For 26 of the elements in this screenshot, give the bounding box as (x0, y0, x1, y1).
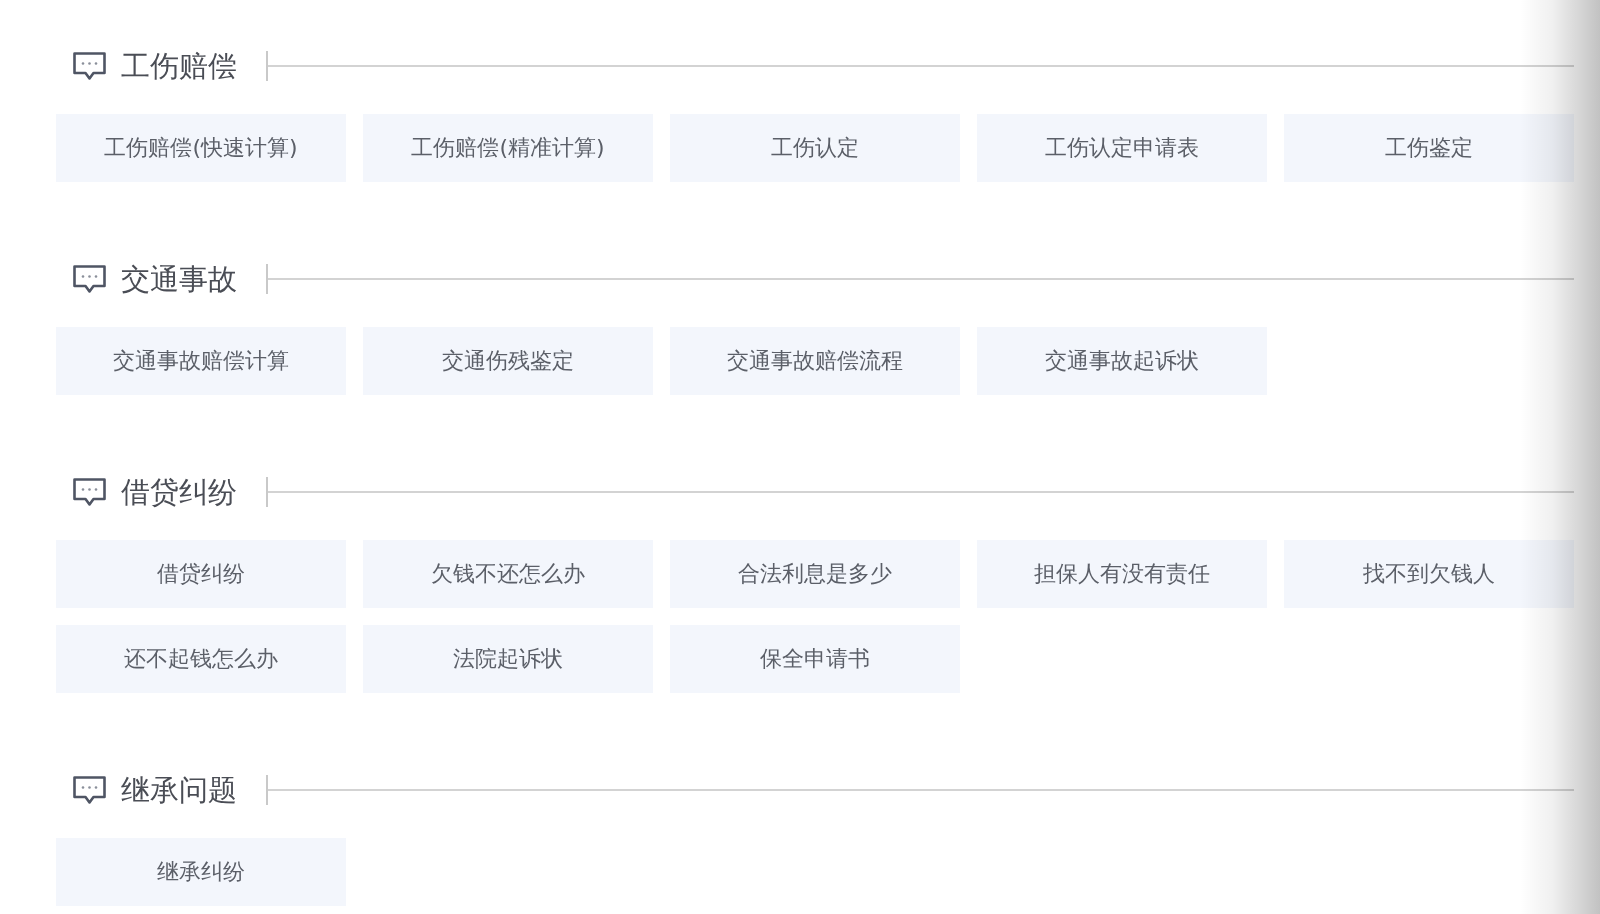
topic-button[interactable]: 还不起钱怎么办 (56, 625, 346, 693)
topic-button[interactable]: 合法利息是多少 (670, 540, 960, 608)
chat-bubble-icon (72, 477, 107, 507)
topic-button[interactable]: 法院起诉状 (363, 625, 653, 693)
section-title: 借贷纠纷 (121, 477, 237, 507)
topic-button[interactable]: 工伤鉴定 (1284, 114, 1574, 182)
topic-button[interactable]: 交通事故赔偿流程 (670, 327, 960, 395)
topic-button[interactable]: 借贷纠纷 (56, 540, 346, 608)
topic-button[interactable]: 交通事故赔偿计算 (56, 327, 346, 395)
chat-bubble-icon (72, 51, 107, 81)
topic-button[interactable]: 交通伤残鉴定 (363, 327, 653, 395)
chat-bubble-icon (72, 264, 107, 294)
topic-button[interactable]: 工伤认定申请表 (977, 114, 1267, 182)
topic-button[interactable]: 交通事故起诉状 (977, 327, 1267, 395)
topic-button[interactable]: 保全申请书 (670, 625, 960, 693)
section-title: 交通事故 (121, 264, 237, 294)
section-title: 工伤赔偿 (121, 51, 237, 81)
section-title: 继承问题 (121, 775, 237, 805)
chat-bubble-icon (72, 775, 107, 805)
topic-button[interactable]: 工伤认定 (670, 114, 960, 182)
topic-button[interactable]: 工伤赔偿(快速计算) (56, 114, 346, 182)
topic-button[interactable]: 找不到欠钱人 (1284, 540, 1574, 608)
topic-button[interactable]: 工伤赔偿(精准计算) (363, 114, 653, 182)
topic-button[interactable]: 继承纠纷 (56, 838, 346, 906)
topic-button[interactable]: 担保人有没有责任 (977, 540, 1267, 608)
topic-button[interactable]: 欠钱不还怎么办 (363, 540, 653, 608)
